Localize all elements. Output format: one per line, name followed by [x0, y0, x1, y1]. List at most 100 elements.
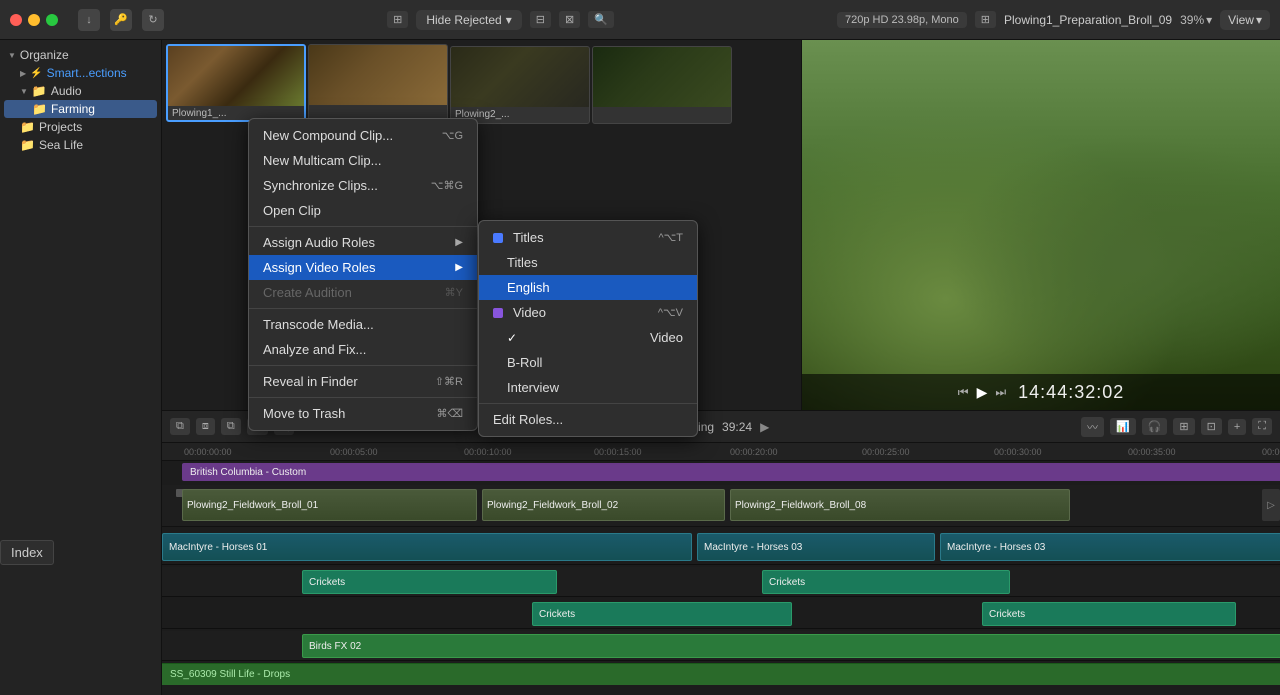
birds-clip[interactable]: Birds FX 02: [302, 634, 1280, 658]
clip-expand-icon[interactable]: ⊞: [975, 11, 996, 28]
clip-label: [593, 107, 731, 111]
timeline-tracks: British Columbia - Custom Plowing2_Field…: [162, 461, 1280, 695]
search-icon[interactable]: 🔍: [588, 11, 614, 28]
sidebar-organize-label: Organize: [20, 48, 69, 62]
menu-analyze[interactable]: Analyze and Fix...: [249, 337, 477, 362]
menu-item-label: Reveal in Finder: [263, 374, 358, 389]
menu-trash[interactable]: Move to Trash ⌘⌫: [249, 401, 477, 426]
crickets-clip-4[interactable]: Crickets: [982, 602, 1236, 626]
sidebar-item-projects[interactable]: 📁 Projects: [4, 118, 157, 136]
clip-thumbnail[interactable]: Plowing2_...: [450, 46, 590, 124]
expand-icon[interactable]: ⊡: [1201, 418, 1222, 435]
sidebar-content: ▼ Organize ▶ ⚡ Smart...ections ▼ 📁 Audio…: [0, 40, 161, 160]
video-clip-3[interactable]: Plowing2_Fieldwork_Broll_08: [730, 489, 1070, 521]
nav-right-icon[interactable]: ▶: [760, 420, 769, 434]
clip-thumbnail[interactable]: [592, 46, 732, 124]
zoom-in-icon[interactable]: +: [1228, 419, 1246, 435]
crickets-clip-3[interactable]: Crickets: [532, 602, 792, 626]
playback-controls: ⏮ ▶ ⏭: [958, 384, 1006, 401]
role-label: Video: [513, 305, 546, 320]
menu-assign-audio[interactable]: Assign Audio Roles ▶: [249, 230, 477, 255]
menu-open-clip[interactable]: Open Clip: [249, 198, 477, 223]
sidebar-smart-label: Smart...ections: [47, 66, 127, 80]
menu-new-multicam[interactable]: New Multicam Clip...: [249, 148, 477, 173]
submenu-edit-roles[interactable]: Edit Roles...: [479, 407, 697, 432]
sidebar-item-smart-collections[interactable]: ▶ ⚡ Smart...ections: [4, 64, 157, 82]
titlebar-center: ⊞ Hide Rejected ▾ ⊟ ⊠ 🔍: [172, 10, 829, 30]
menu-transcode[interactable]: Transcode Media...: [249, 312, 477, 337]
crickets-clip-3-label: Crickets: [539, 609, 575, 620]
video-clip-1[interactable]: Plowing2_Fieldwork_Broll_01: [182, 489, 477, 521]
video-clip-2[interactable]: Plowing2_Fieldwork_Broll_02: [482, 489, 725, 521]
triangle-icon: ▼: [20, 87, 28, 96]
clip-format-info: 720p HD 23.98p, Mono: [837, 12, 967, 28]
view-toggle-filmstrip[interactable]: ⊠: [559, 11, 580, 28]
role-shortcut: ^⌥V: [658, 306, 683, 319]
menu-item-label: Synchronize Clips...: [263, 178, 378, 193]
headphone-icon[interactable]: 🎧: [1142, 418, 1168, 435]
minimize-button[interactable]: [28, 14, 40, 26]
play-icon[interactable]: ▶: [977, 384, 988, 401]
scene-background: [802, 40, 1280, 410]
clip-thumbnail-image: [451, 47, 589, 107]
sidebar-item-farming[interactable]: 📁 Farming: [4, 100, 157, 118]
timeline-clip-icon[interactable]: ⧉: [170, 418, 190, 435]
import-icon[interactable]: ↓: [78, 9, 100, 31]
submenu-video-role[interactable]: Video ^⌥V: [479, 300, 697, 325]
horses-clip-1[interactable]: MacIntyre - Horses 01: [162, 533, 692, 561]
close-button[interactable]: [10, 14, 22, 26]
menu-assign-video[interactable]: Assign Video Roles ▶: [249, 255, 477, 280]
preview-panel: ⏮ ▶ ⏭ 14:44:32:02: [802, 40, 1280, 410]
waveform-icon[interactable]: 〰: [1081, 417, 1104, 437]
british-columbia-clip[interactable]: British Columbia - Custom: [182, 463, 1280, 481]
forward-icon[interactable]: ⏭: [995, 385, 1006, 400]
video-clip-1-label: Plowing2_Fieldwork_Broll_01: [187, 500, 318, 511]
submenu-interview[interactable]: Interview: [479, 375, 697, 400]
submenu-video-sub[interactable]: ✓ Video: [479, 325, 697, 350]
audio-track-birds: Birds FX 02: [162, 631, 1280, 661]
sync-icon[interactable]: ↻: [142, 9, 164, 31]
hide-rejected-button[interactable]: Hide Rejected ▾: [416, 10, 521, 30]
crickets-clip-1[interactable]: Crickets: [302, 570, 557, 594]
index-tab[interactable]: Index: [0, 540, 54, 565]
key-icon[interactable]: 🔑: [110, 9, 132, 31]
sidebar-item-audio[interactable]: ▼ 📁 Audio: [4, 82, 157, 100]
crickets-clip-2[interactable]: Crickets: [762, 570, 1010, 594]
horses-clip-3[interactable]: MacIntyre - Horses 03: [940, 533, 1280, 561]
clip-thumbnail[interactable]: Plowing1_...: [166, 44, 306, 122]
audio-meter-icon[interactable]: 📊: [1110, 418, 1136, 435]
timeline-settings-icon[interactable]: ⧉: [221, 418, 241, 435]
video-clip-3-label: Plowing2_Fieldwork_Broll_08: [735, 500, 866, 511]
layout-icon[interactable]: ⊞: [1173, 418, 1194, 435]
preview-controls-bar: ⏮ ▶ ⏭ 14:44:32:02: [802, 374, 1280, 410]
menu-item-label: Assign Video Roles: [263, 260, 376, 275]
sidebar-item-sea-life[interactable]: 📁 Sea Life: [4, 136, 157, 154]
rewind-icon[interactable]: ⏮: [958, 385, 969, 400]
menu-new-compound[interactable]: New Compound Clip... ⌥G: [249, 123, 477, 148]
timeline-audio-icon[interactable]: ⧈: [196, 418, 215, 435]
clip-format-label: 720p HD 23.98p, Mono: [845, 14, 959, 26]
horses-clip-2[interactable]: MacIntyre - Horses 03: [697, 533, 935, 561]
view-toggle-grid[interactable]: ⊟: [530, 11, 551, 28]
view-button[interactable]: View ▾: [1220, 10, 1270, 30]
menu-reveal[interactable]: Reveal in Finder ⇧⌘R: [249, 369, 477, 394]
submenu-b-roll[interactable]: B-Roll: [479, 350, 697, 375]
clip-thumbnail-image: [168, 46, 304, 106]
view-toggle-list[interactable]: ⊞: [387, 11, 408, 28]
track-end-marker: ▷: [1262, 489, 1280, 521]
submenu-english[interactable]: English: [479, 275, 697, 300]
clip-thumbnail[interactable]: [308, 44, 448, 122]
role-item: Video: [493, 305, 546, 320]
zoom-out-icon[interactable]: ⛶: [1252, 418, 1272, 435]
maximize-button[interactable]: [46, 14, 58, 26]
menu-create-audition: Create Audition ⌘Y: [249, 280, 477, 305]
menu-shortcut: ⇧⌘R: [435, 375, 463, 388]
sidebar-item-organize[interactable]: ▼ Organize: [4, 46, 157, 64]
menu-sync-clips[interactable]: Synchronize Clips... ⌥⌘G: [249, 173, 477, 198]
submenu-titles-role[interactable]: Titles ^⌥T: [479, 225, 697, 250]
role-label: Titles: [513, 230, 544, 245]
menu-item-label: Move to Trash: [263, 406, 345, 421]
menu-item-label: Transcode Media...: [263, 317, 374, 332]
sub-role-label: B-Roll: [507, 355, 542, 370]
submenu-titles-sub[interactable]: Titles: [479, 250, 697, 275]
